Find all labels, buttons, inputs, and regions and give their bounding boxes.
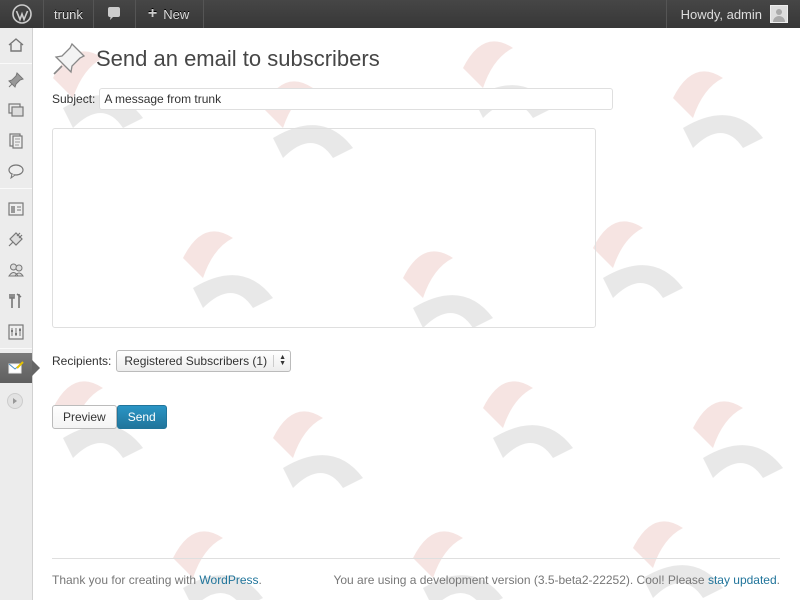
comments-menu[interactable] bbox=[94, 0, 136, 28]
subject-input[interactable] bbox=[99, 88, 614, 110]
admin-bar: trunk + New Howdy, admin bbox=[0, 0, 800, 28]
action-buttons: Preview Send bbox=[52, 405, 167, 429]
site-name: trunk bbox=[54, 6, 83, 22]
plugins-icon[interactable] bbox=[0, 224, 32, 254]
avatar bbox=[770, 5, 788, 23]
footer-version-suffix: . bbox=[776, 573, 780, 587]
preview-button[interactable]: Preview bbox=[52, 405, 117, 429]
recipients-selected-value: Registered Subscribers (1) bbox=[124, 354, 268, 368]
appearance-icon[interactable] bbox=[0, 194, 32, 224]
wordpress-logo-menu[interactable] bbox=[0, 0, 44, 28]
subject-row: Subject: bbox=[52, 88, 614, 110]
collapse-menu-button[interactable] bbox=[7, 393, 23, 409]
footer-thanks: Thank you for creating with WordPress. bbox=[52, 573, 262, 587]
footer-version-text: You are using a development version (3.5… bbox=[333, 573, 708, 587]
site-name-menu[interactable]: trunk bbox=[44, 0, 94, 28]
plus-icon: + bbox=[147, 5, 158, 22]
message-body-textarea[interactable] bbox=[52, 128, 596, 328]
dashboard-icon[interactable] bbox=[0, 30, 32, 60]
comment-bubble-icon bbox=[108, 7, 121, 20]
tools-icon[interactable] bbox=[0, 286, 32, 316]
page-header: Send an email to subscribers bbox=[52, 42, 380, 76]
footer-version: You are using a development version (3.5… bbox=[333, 573, 780, 587]
admin-footer: Thank you for creating with WordPress. Y… bbox=[52, 558, 780, 587]
admin-sidebar bbox=[0, 28, 40, 600]
page-title: Send an email to subscribers bbox=[96, 46, 380, 71]
recipients-select[interactable]: Registered Subscribers (1) ▲ ▼ bbox=[116, 350, 292, 372]
wordpress-logo-icon bbox=[11, 4, 32, 24]
pages-icon[interactable] bbox=[0, 126, 32, 156]
subject-label: Subject: bbox=[52, 92, 96, 106]
my-account-menu[interactable]: Howdy, admin bbox=[665, 0, 800, 28]
howdy-text: Howdy, admin bbox=[680, 6, 762, 22]
recipients-row: Recipients: Registered Subscribers (1) ▲… bbox=[52, 350, 292, 372]
footer-thanks-prefix: Thank you for creating with bbox=[52, 573, 200, 587]
posts-icon[interactable] bbox=[0, 65, 32, 95]
pushpin-icon bbox=[53, 42, 86, 75]
comments-icon[interactable] bbox=[0, 156, 32, 186]
footer-thanks-suffix: . bbox=[258, 573, 262, 587]
send-button[interactable]: Send bbox=[116, 405, 167, 429]
select-arrows-icon: ▲ ▼ bbox=[273, 354, 286, 367]
collapse-icon bbox=[13, 398, 17, 404]
recipients-label: Recipients: bbox=[52, 354, 112, 368]
media-icon[interactable] bbox=[0, 95, 32, 125]
settings-icon[interactable] bbox=[0, 317, 32, 347]
subscribe2-icon[interactable] bbox=[0, 353, 40, 383]
stay-updated-link[interactable]: stay updated bbox=[708, 573, 777, 587]
users-icon[interactable] bbox=[0, 255, 32, 285]
wordpress-link[interactable]: WordPress bbox=[199, 573, 258, 587]
new-label: New bbox=[163, 6, 190, 22]
new-content-menu[interactable]: + New bbox=[136, 0, 205, 28]
